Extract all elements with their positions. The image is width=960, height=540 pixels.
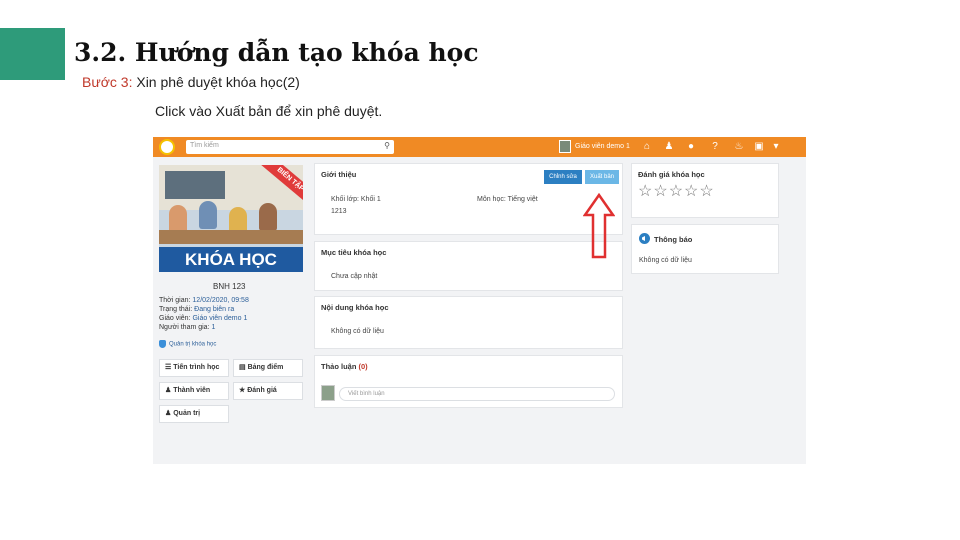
meta-teacher: Giáo viên: Giáo viên demo 1 bbox=[159, 315, 247, 322]
review-button[interactable]: ★ Đánh giá bbox=[233, 382, 303, 400]
people-icon: ♟ bbox=[165, 410, 172, 417]
annotation-arrow bbox=[583, 193, 615, 259]
manage-course-link[interactable]: Quản trị khóa học bbox=[159, 340, 216, 348]
discussion-title: Thảo luận (0) bbox=[321, 362, 368, 371]
step-heading: Bước 3: Xin phê duyệt khóa học(2) bbox=[82, 74, 300, 90]
package-icon[interactable]: ▣ bbox=[753, 140, 765, 153]
members-button[interactable]: ♟ Thành viên bbox=[159, 382, 229, 400]
step-text: Xin phê duyệt khóa học(2) bbox=[132, 74, 300, 90]
subject-label: Môn học: Tiếng việt bbox=[477, 196, 538, 203]
step-label: Bước 3: bbox=[82, 74, 133, 90]
meta-value: 12/02/2020, 09:58 bbox=[192, 297, 249, 304]
top-navbar: Tìm kiếm ⚲ Giáo viên demo 1 ⌂ ♟ ● ? ♨ ▣ … bbox=[153, 137, 806, 157]
cover-desk bbox=[159, 230, 303, 244]
progress-button-label: Tiến trình học bbox=[173, 364, 220, 371]
cover-figure bbox=[259, 203, 277, 231]
document-icon: ▤ bbox=[239, 364, 246, 371]
edit-button[interactable]: Chỉnh sửa bbox=[544, 170, 582, 184]
meta-label: Người tham gia: bbox=[159, 324, 210, 331]
search-icon[interactable]: ⚲ bbox=[384, 141, 390, 150]
comment-input[interactable]: Viết bình luận bbox=[339, 387, 615, 401]
meta-value: 1 bbox=[211, 324, 216, 331]
goals-title: Mục tiêu khóa học bbox=[321, 248, 387, 257]
avatar bbox=[559, 140, 571, 153]
course-banner: KHÓA HỌC bbox=[159, 247, 303, 272]
gradebook-button[interactable]: ▤ Bảng điểm bbox=[233, 359, 303, 377]
meta-label: Trạng thái: bbox=[159, 306, 193, 313]
review-button-label: Đánh giá bbox=[247, 387, 277, 394]
meta-participants: Người tham gia: 1 bbox=[159, 324, 215, 331]
gradebook-button-label: Bảng điểm bbox=[247, 364, 284, 371]
goals-card: Mục tiêu khóa học Chưa cập nhật bbox=[314, 241, 623, 291]
app-screenshot: Tìm kiếm ⚲ Giáo viên demo 1 ⌂ ♟ ● ? ♨ ▣ … bbox=[153, 137, 806, 464]
search-placeholder: Tìm kiếm bbox=[190, 142, 219, 149]
notice-text: Không có dữ liệu bbox=[639, 257, 692, 264]
search-input[interactable]: Tìm kiếm ⚲ bbox=[186, 140, 394, 154]
meta-value: Giáo viên demo 1 bbox=[192, 315, 248, 322]
notice-card: Thông báo Không có dữ liệu bbox=[631, 224, 779, 274]
discussion-card: Thảo luận (0) Viết bình luận bbox=[314, 355, 623, 408]
shield-icon bbox=[159, 340, 166, 348]
grade-value: 1213 bbox=[331, 208, 347, 215]
rating-stars[interactable]: ☆☆☆☆☆ bbox=[638, 181, 715, 201]
admin-button[interactable]: ♟ Quản trị bbox=[159, 405, 229, 423]
meta-time: Thời gian: 12/02/2020, 09:58 bbox=[159, 297, 249, 304]
slide-accent-bar bbox=[0, 28, 65, 80]
discussion-title-text: Thảo luận bbox=[321, 362, 357, 371]
user-name: Giáo viên demo 1 bbox=[575, 143, 630, 150]
bell-icon[interactable]: ♨ bbox=[733, 140, 745, 153]
admin-button-label: Quản trị bbox=[173, 410, 201, 417]
intro-title: Giới thiệu bbox=[321, 170, 357, 179]
help-icon[interactable]: ? bbox=[709, 140, 721, 153]
app-logo[interactable] bbox=[159, 139, 175, 155]
notice-title: Thông báo bbox=[654, 235, 693, 244]
goals-text: Chưa cập nhật bbox=[331, 273, 378, 280]
intro-card: Giới thiệu Chỉnh sửa Xuất bản Khối lớp: … bbox=[314, 163, 623, 235]
meta-label: Thời gian: bbox=[159, 297, 191, 304]
cover-figure bbox=[199, 201, 217, 229]
meta-label: Giáo viên: bbox=[159, 315, 191, 322]
list-icon: ☰ bbox=[165, 364, 172, 371]
comment-placeholder: Viết bình luận bbox=[348, 391, 385, 397]
publish-button[interactable]: Xuất bản bbox=[585, 170, 619, 184]
discussion-count: (0) bbox=[358, 362, 368, 371]
rating-title: Đánh giá khóa học bbox=[638, 170, 705, 179]
megaphone-icon bbox=[639, 233, 650, 244]
people-icon[interactable]: ♟ bbox=[663, 140, 675, 153]
content-title: Nội dung khóa học bbox=[321, 303, 389, 312]
instruction-text: Click vào Xuất bản để xin phê duyệt. bbox=[155, 103, 383, 119]
members-button-label: Thành viên bbox=[173, 387, 211, 394]
avatar bbox=[321, 385, 335, 401]
progress-button[interactable]: ☰ Tiến trình học bbox=[159, 359, 229, 377]
chevron-down-icon[interactable]: ▾ bbox=[770, 140, 782, 153]
meta-status: Trạng thái: Đang biên ra bbox=[159, 306, 234, 313]
cover-figure bbox=[169, 205, 187, 233]
course-code: BNH 123 bbox=[213, 282, 246, 291]
chat-icon[interactable]: ● bbox=[685, 140, 697, 153]
grade-label: Khối lớp: Khối 1 bbox=[331, 196, 381, 203]
cover-board bbox=[165, 171, 225, 199]
content-text: Không có dữ liệu bbox=[331, 328, 384, 335]
users-icon: ♟ bbox=[165, 387, 172, 394]
rating-card: Đánh giá khóa học ☆☆☆☆☆ bbox=[631, 163, 779, 218]
content-card: Nội dung khóa học Không có dữ liệu bbox=[314, 296, 623, 349]
slide-title: 3.2. Hướng dẫn tạo khóa học bbox=[74, 38, 479, 67]
course-cover-image: KHÓA HỌC BIÊN TẬP bbox=[159, 165, 303, 272]
home-icon[interactable]: ⌂ bbox=[641, 140, 653, 153]
meta-value: Đang biên ra bbox=[194, 306, 235, 313]
manage-course-label: Quản trị khóa học bbox=[169, 341, 217, 348]
star-icon: ★ bbox=[239, 387, 246, 394]
